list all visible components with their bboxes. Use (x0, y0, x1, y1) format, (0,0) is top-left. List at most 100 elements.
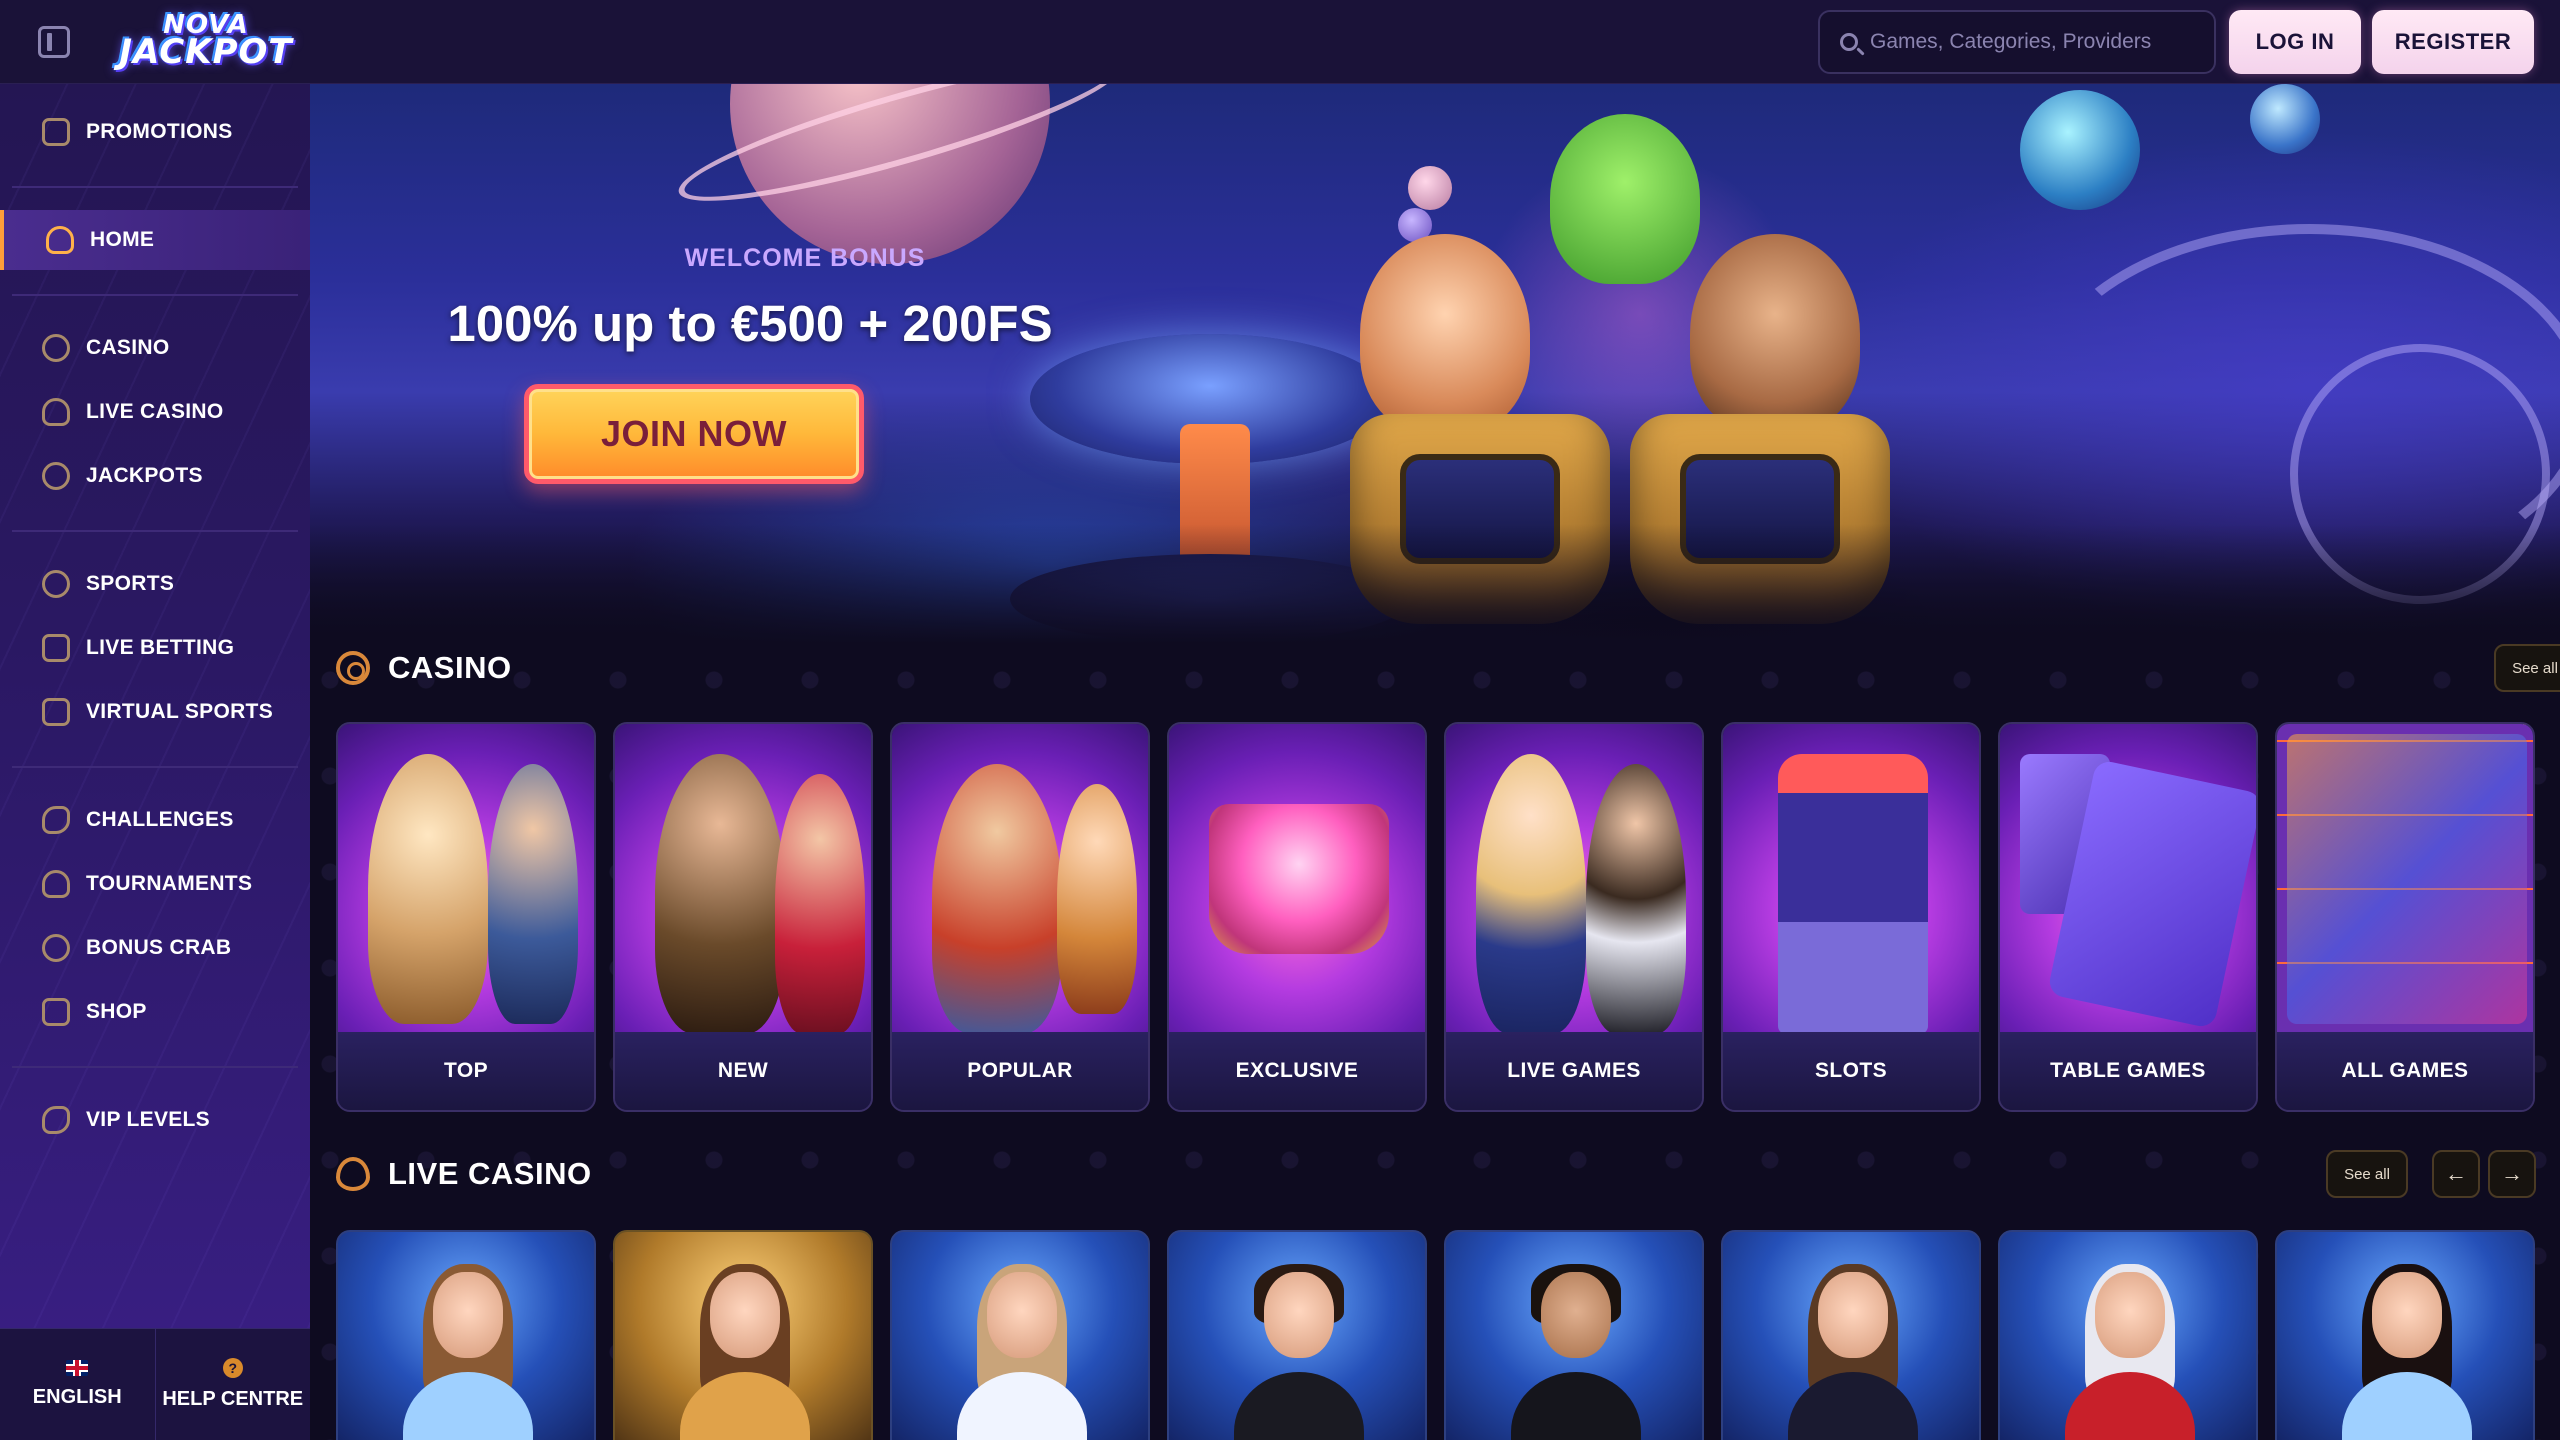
register-button[interactable]: REGISTER (2372, 10, 2534, 74)
category-card-top[interactable]: TOP (336, 722, 596, 1112)
bumper-car-illustration (1630, 414, 1890, 624)
crown-icon (42, 1106, 70, 1134)
category-art (2000, 724, 2256, 1036)
sidebar-item-casino[interactable]: CASINO (0, 318, 310, 378)
hero-banner[interactable]: WELCOME BONUS 100% up to €500 + 200FS JO… (310, 84, 2560, 644)
sidebar-toggle-icon[interactable] (38, 26, 70, 58)
category-card-exclusive[interactable]: EXCLUSIVE (1167, 722, 1427, 1112)
language-button[interactable]: ENGLISH (0, 1329, 155, 1440)
alien-character (1550, 114, 1700, 284)
category-art (892, 724, 1148, 1036)
live-game-card[interactable] (1721, 1230, 1981, 1440)
category-label: LIVE GAMES (1446, 1032, 1702, 1110)
planet-illustration (2250, 84, 2320, 154)
sidebar-item-label: PROMOTIONS (86, 120, 233, 143)
sidebar-item-tournaments[interactable]: TOURNAMENTS (0, 854, 310, 914)
search-box[interactable] (1818, 10, 2216, 74)
sidebar-item-label: BONUS CRAB (86, 936, 232, 959)
sidebar-item-home[interactable]: HOME (0, 210, 310, 270)
help-centre-label: HELP CENTRE (162, 1388, 304, 1410)
boy-character (1690, 234, 1860, 434)
category-art (615, 724, 871, 1036)
carousel-next-button[interactable]: → (2488, 1150, 2536, 1198)
seven-icon (42, 462, 70, 490)
sidebar-item-shop[interactable]: SHOP (0, 982, 310, 1042)
ufo-tower-base (1010, 554, 1410, 644)
live-game-card[interactable] (336, 1230, 596, 1440)
category-card-new[interactable]: NEW (613, 722, 873, 1112)
search-input[interactable] (1870, 12, 2214, 72)
sidebar-item-label: SPORTS (86, 572, 175, 595)
logo-line-2: JACKPOT (119, 32, 293, 73)
carousel-prev-button[interactable]: ← (2432, 1150, 2480, 1198)
category-art (2277, 724, 2533, 1036)
category-card-popular[interactable]: POPULAR (890, 722, 1150, 1112)
sidebar-footer: ENGLISH ? HELP CENTRE (0, 1328, 310, 1440)
site-logo[interactable]: NOVA JACKPOT (118, 10, 294, 72)
gift-icon (42, 118, 70, 146)
category-card-slots[interactable]: SLOTS (1721, 722, 1981, 1112)
sidebar-item-label: JACKPOTS (86, 464, 203, 487)
girl-character (1360, 234, 1530, 434)
gamepad-icon (42, 698, 70, 726)
category-art (1169, 724, 1425, 1036)
sidebar-item-jackpots[interactable]: JACKPOTS (0, 446, 310, 506)
category-art (1446, 724, 1702, 1036)
category-label: TABLE GAMES (2000, 1032, 2256, 1110)
sidebar-item-vip-levels[interactable]: VIP LEVELS (0, 1090, 310, 1150)
sidebar-item-label: LIVE CASINO (86, 400, 224, 423)
join-now-button[interactable]: JOIN NOW (524, 384, 864, 484)
sidebar-divider (12, 294, 298, 296)
sidebar-item-label: HOME (90, 228, 155, 251)
live-game-card[interactable] (1998, 1230, 2258, 1440)
live-casino-see-all-button[interactable]: See all (2326, 1150, 2408, 1198)
dealer-illustration (403, 1264, 533, 1440)
category-label: ALL GAMES (2277, 1032, 2533, 1110)
play-icon (42, 634, 70, 662)
category-label: TOP (338, 1032, 594, 1110)
hero-kicker: WELCOME BONUS (684, 244, 926, 272)
sidebar-item-label: SHOP (86, 1000, 147, 1023)
sidebar-item-label: TOURNAMENTS (86, 872, 253, 895)
help-centre-button[interactable]: ? HELP CENTRE (154, 1329, 311, 1440)
casino-see-all-button[interactable]: See all (2494, 644, 2560, 692)
category-card-live-games[interactable]: LIVE GAMES (1444, 722, 1704, 1112)
category-art (1723, 724, 1979, 1036)
spade-icon (42, 398, 70, 426)
bumper-car-illustration (1350, 414, 1610, 624)
dealer-illustration (1234, 1264, 1364, 1440)
live-game-card[interactable] (2275, 1230, 2535, 1440)
uk-flag-icon (66, 1360, 89, 1376)
sidebar-item-sports[interactable]: SPORTS (0, 554, 310, 614)
sidebar-item-label: VIRTUAL SPORTS (86, 700, 273, 723)
category-card-all-games[interactable]: ALL GAMES (2275, 722, 2535, 1112)
dealer-illustration (2342, 1264, 2472, 1440)
sidebar-item-live-betting[interactable]: LIVE BETTING (0, 618, 310, 678)
live-casino-section-header: LIVE CASINO (336, 1156, 592, 1192)
sidebar-item-virtual-sports[interactable]: VIRTUAL SPORTS (0, 682, 310, 742)
live-game-card[interactable] (890, 1230, 1150, 1440)
live-game-card[interactable] (613, 1230, 873, 1440)
dealer-illustration (1511, 1264, 1641, 1440)
sidebar-divider (12, 766, 298, 768)
sidebar-item-live-casino[interactable]: LIVE CASINO (0, 382, 310, 442)
category-label: EXCLUSIVE (1169, 1032, 1425, 1110)
login-button[interactable]: LOG IN (2229, 10, 2361, 74)
ball-icon (42, 570, 70, 598)
sidebar-divider (12, 530, 298, 532)
category-card-table-games[interactable]: TABLE GAMES (1998, 722, 2258, 1112)
sidebar-divider (12, 186, 298, 188)
sidebar-item-promotions[interactable]: PROMOTIONS (0, 102, 310, 162)
sidebar-item-bonus-crab[interactable]: BONUS CRAB (0, 918, 310, 978)
live-game-card[interactable] (1167, 1230, 1427, 1440)
medal-icon (42, 806, 70, 834)
ufo-tower-stem (1180, 424, 1250, 594)
sidebar-item-label: CHALLENGES (86, 808, 234, 831)
chip-icon (336, 651, 370, 685)
home-icon (46, 226, 74, 254)
trophy-icon (42, 870, 70, 898)
search-icon (1840, 33, 1858, 51)
sidebar-item-challenges[interactable]: CHALLENGES (0, 790, 310, 850)
live-game-card[interactable] (1444, 1230, 1704, 1440)
sidebar-item-label: LIVE BETTING (86, 636, 235, 659)
